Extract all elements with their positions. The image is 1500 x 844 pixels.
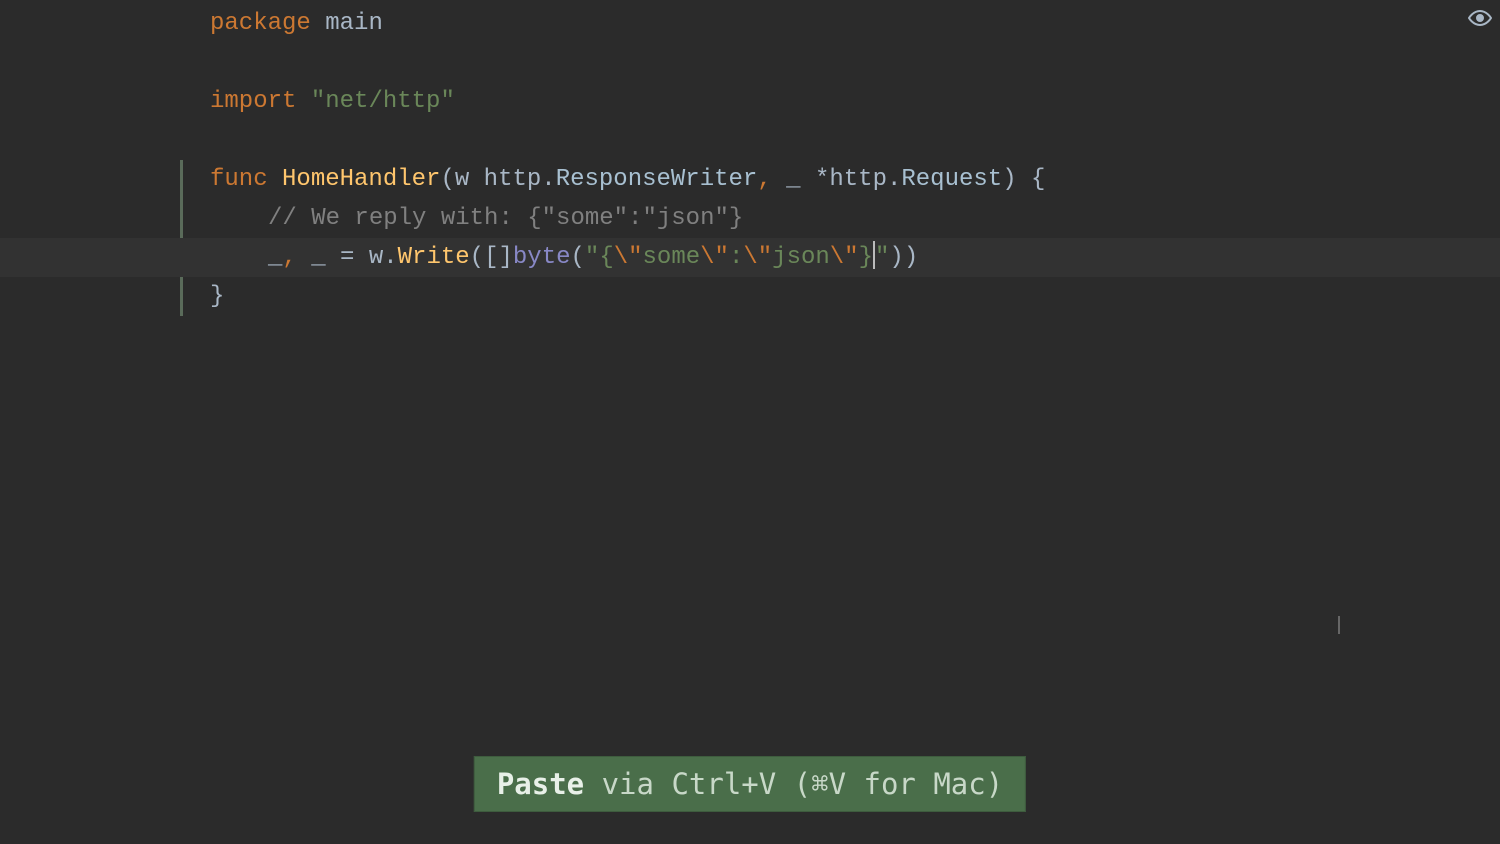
- string-literal: "net/http": [311, 88, 455, 115]
- identifier: main: [325, 10, 383, 37]
- code-line: // We reply with: {"some":"json"}: [0, 199, 1500, 238]
- keyword: func: [210, 166, 268, 193]
- code-line: func HomeHandler(w http.ResponseWriter, …: [0, 160, 1500, 199]
- secondary-caret: [1338, 616, 1340, 634]
- comment: // We reply with: {"some":"json"}: [268, 205, 743, 232]
- code-line: import "net/http": [0, 82, 1500, 121]
- type-name: Request: [901, 166, 1002, 193]
- type-name: ResponseWriter: [556, 166, 758, 193]
- func-name: HomeHandler: [282, 166, 440, 193]
- code-line-active: _, _ = w.Write([]byte("{\"some\":\"json\…: [0, 238, 1500, 277]
- keyword: import: [210, 88, 296, 115]
- hint-toast: Paste via Ctrl+V (⌘V for Mac): [474, 756, 1026, 812]
- code-line-blank: [0, 43, 1500, 82]
- method-name: Write: [398, 244, 470, 271]
- toast-action: Paste: [497, 767, 584, 801]
- code-line: }: [0, 277, 1500, 316]
- builtin-type: byte: [513, 244, 571, 271]
- code-line: package main: [0, 4, 1500, 43]
- eye-icon[interactable]: [1468, 6, 1492, 30]
- code-line-blank: [0, 121, 1500, 160]
- keyword: package: [210, 10, 311, 37]
- toast-text: via Ctrl+V (⌘V for Mac): [584, 767, 1003, 801]
- code-editor[interactable]: package main import "net/http" func Home…: [0, 0, 1500, 844]
